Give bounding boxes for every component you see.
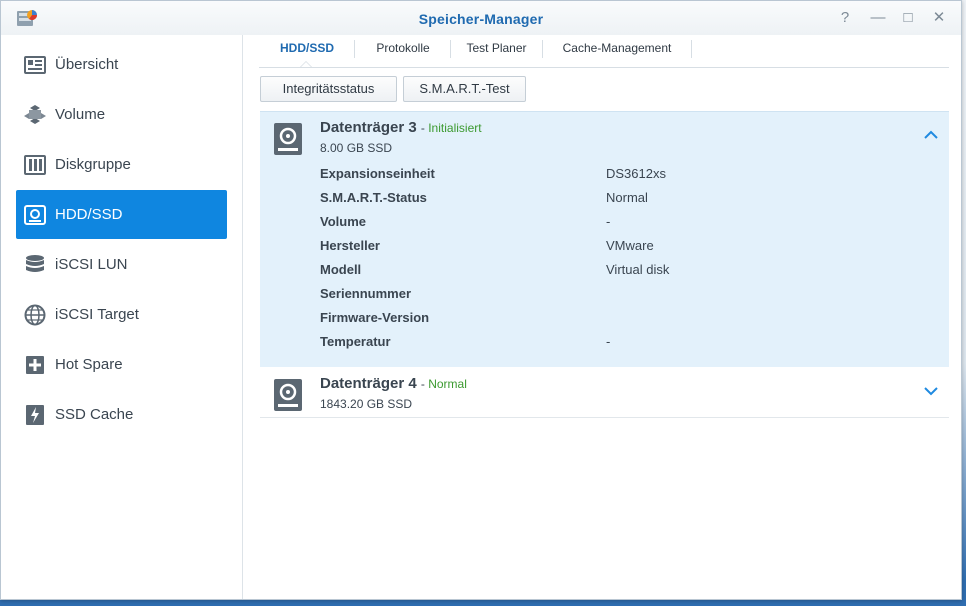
sidebar-item-hot-spare[interactable]: Hot Spare: [16, 340, 227, 389]
property-row: Expansionseinheit DS3612xs: [320, 166, 820, 190]
tab-cache-management[interactable]: Cache-Management: [543, 35, 691, 61]
disk-name: Datenträger 4 - Normal: [320, 375, 467, 392]
property-row: Modell Virtual disk: [320, 262, 820, 286]
volume-cubes-icon: [24, 104, 46, 126]
active-tab-indicator: [300, 61, 312, 67]
storage-manager-window: Speicher-Manager ? — □ ✕ Übersicht Volum…: [0, 0, 962, 600]
chevron-up-icon[interactable]: [923, 129, 939, 141]
property-row: Temperatur -: [320, 334, 820, 358]
property-key: Seriennummer: [320, 286, 412, 301]
property-row: Firmware-Version: [320, 310, 820, 334]
disk-size: 8.00 GB SSD: [320, 141, 393, 155]
sidebar-item-label: SSD Cache: [55, 406, 134, 423]
maximize-button[interactable]: □: [897, 8, 919, 28]
disk-status-text: Initialisiert: [428, 121, 482, 135]
sidebar-item-label: iSCSI Target: [55, 306, 139, 323]
property-value: VMware: [606, 238, 654, 253]
main-content: HDD/SSD Protokolle Test Planer Cache-Man…: [243, 35, 961, 599]
property-key: Expansionseinheit: [320, 166, 435, 181]
globe-icon: [24, 304, 46, 326]
help-button[interactable]: ?: [834, 8, 856, 28]
diskgroup-icon: [24, 154, 46, 176]
title-bar[interactable]: Speicher-Manager ? — □ ✕: [1, 1, 961, 35]
database-icon: [24, 254, 46, 276]
sidebar-item-volume[interactable]: Volume: [16, 90, 227, 139]
hdd-icon: [274, 379, 302, 411]
status-badge: - Initialisiert: [420, 121, 482, 135]
sidebar: Übersicht Volume Diskgruppe HDD/SSD iSCS…: [1, 35, 243, 599]
property-value: Virtual disk: [606, 262, 670, 277]
close-button[interactable]: ✕: [928, 8, 950, 28]
property-value: -: [606, 214, 611, 229]
disk-name-text: Datenträger 3: [320, 119, 417, 136]
sidebar-item-diskgroup[interactable]: Diskgruppe: [16, 140, 227, 189]
property-row: Seriennummer: [320, 286, 820, 310]
property-row: Hersteller VMware: [320, 238, 820, 262]
property-value: Normal: [606, 190, 648, 205]
sidebar-item-iscsi-target[interactable]: iSCSI Target: [16, 290, 227, 339]
sidebar-item-label: HDD/SSD: [55, 206, 123, 223]
disk-name: Datenträger 3 - Initialisiert: [320, 119, 482, 136]
sidebar-item-iscsi-lun[interactable]: iSCSI LUN: [16, 240, 227, 289]
smart-test-button[interactable]: S.M.A.R.T.-Test: [403, 76, 526, 102]
minimize-button[interactable]: —: [867, 8, 889, 28]
disk-status-text: Normal: [428, 377, 467, 391]
ssd-cache-icon: [24, 404, 46, 426]
chevron-down-icon[interactable]: [923, 385, 939, 397]
sidebar-item-label: Volume: [55, 106, 106, 123]
sidebar-item-label: iSCSI LUN: [55, 256, 128, 273]
hdd-icon: [24, 204, 46, 226]
hdd-icon: [274, 123, 302, 155]
property-row: Volume -: [320, 214, 820, 238]
tab-hdd-ssd[interactable]: HDD/SSD: [259, 35, 355, 61]
sidebar-item-hdd-ssd[interactable]: HDD/SSD: [16, 190, 227, 239]
property-key: Temperatur: [320, 334, 391, 349]
property-key: Firmware-Version: [320, 310, 430, 325]
property-key: S.M.A.R.T.-Status: [320, 190, 427, 205]
sidebar-item-overview[interactable]: Übersicht: [16, 40, 227, 89]
tab-protokolle[interactable]: Protokolle: [355, 35, 451, 61]
property-key: Hersteller: [320, 238, 380, 253]
tab-bar: HDD/SSD Protokolle Test Planer Cache-Man…: [259, 35, 949, 68]
tab-separator: [691, 40, 692, 58]
sidebar-item-label: Diskgruppe: [55, 156, 131, 173]
disk-name-text: Datenträger 4: [320, 375, 417, 392]
sidebar-item-label: Hot Spare: [55, 356, 123, 373]
property-value: -: [606, 334, 611, 349]
property-key: Modell: [320, 262, 362, 277]
sidebar-item-ssd-cache[interactable]: SSD Cache: [16, 390, 227, 439]
property-key: Volume: [320, 214, 366, 229]
sidebar-item-label: Übersicht: [55, 56, 119, 73]
property-row: S.M.A.R.T.-Status Normal: [320, 190, 820, 214]
disk-size: 1843.20 GB SSD: [320, 397, 413, 411]
disk-item-3[interactable]: Datenträger 3 - Initialisiert 8.00 GB SS…: [260, 111, 949, 367]
status-badge: - Normal: [420, 377, 467, 391]
window-title: Speicher-Manager: [418, 11, 544, 27]
integrity-status-button[interactable]: Integritätsstatus: [260, 76, 397, 102]
overview-icon: [24, 54, 46, 76]
hot-spare-icon: [24, 354, 46, 376]
tab-test-planer[interactable]: Test Planer: [451, 35, 542, 61]
disk-item-4[interactable]: Datenträger 4 - Normal 1843.20 GB SSD: [260, 368, 949, 418]
property-value: DS3612xs: [606, 166, 666, 181]
